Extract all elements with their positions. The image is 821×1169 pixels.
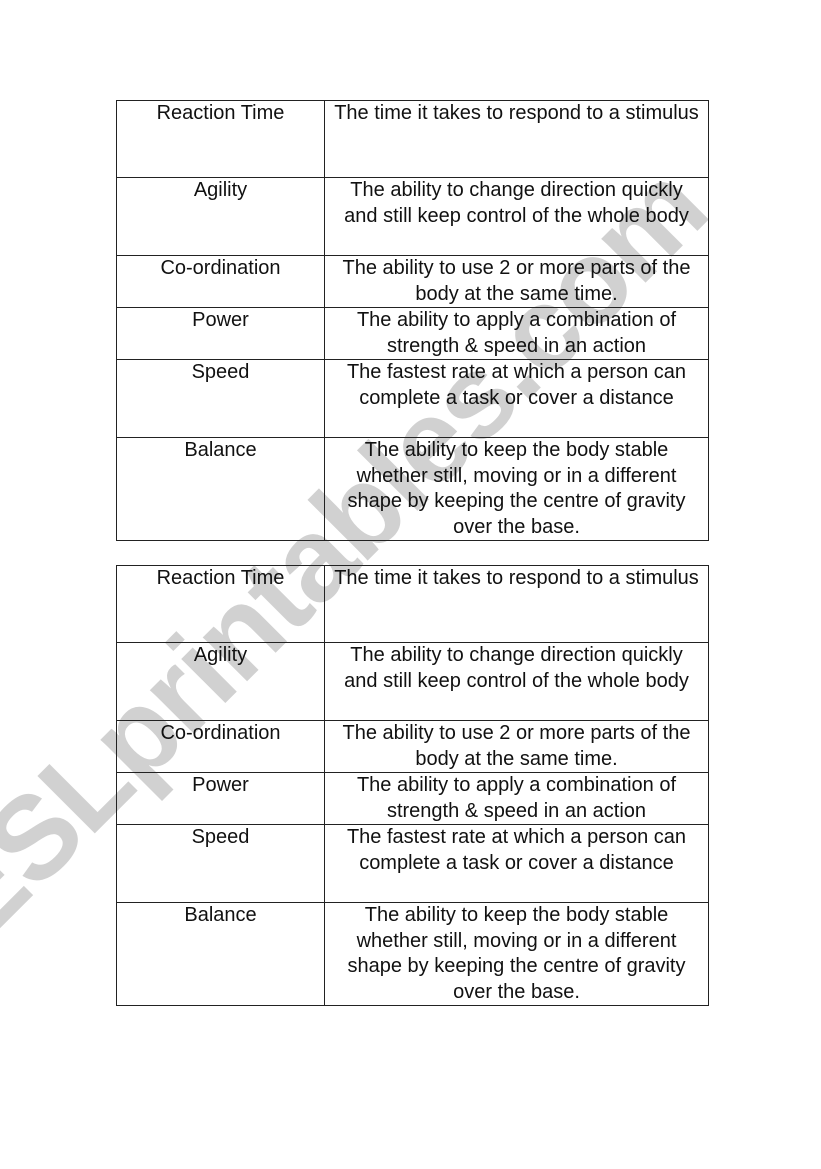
term-cell: Reaction Time xyxy=(116,565,325,643)
definition-cell: The ability to use 2 or more parts of th… xyxy=(324,255,709,308)
table-row: Agility The ability to change direction … xyxy=(116,642,709,721)
term-cell: Speed xyxy=(116,824,325,903)
definition-cell: The time it takes to respond to a stimul… xyxy=(324,100,709,178)
definition-cell: The ability to change direction quickly … xyxy=(324,642,709,721)
definition-cell: The fastest rate at which a person can c… xyxy=(324,359,709,438)
table-row: Speed The fastest rate at which a person… xyxy=(116,359,709,438)
table-row: Power The ability to apply a combination… xyxy=(116,307,709,360)
table-row: Agility The ability to change direction … xyxy=(116,177,709,256)
term-cell: Speed xyxy=(116,359,325,438)
definition-cell: The ability to use 2 or more parts of th… xyxy=(324,720,709,773)
table-row: Power The ability to apply a combination… xyxy=(116,772,709,825)
table-row: Reaction Time The time it takes to respo… xyxy=(116,100,709,178)
term-cell: Reaction Time xyxy=(116,100,325,178)
term-cell: Agility xyxy=(116,177,325,256)
term-cell: Agility xyxy=(116,642,325,721)
table-row: Co-ordination The ability to use 2 or mo… xyxy=(116,255,709,308)
term-cell: Co-ordination xyxy=(116,255,325,308)
fitness-terms-table-1: Reaction Time The time it takes to respo… xyxy=(116,100,709,541)
definition-cell: The ability to keep the body stable whet… xyxy=(324,902,709,1006)
definition-cell: The ability to change direction quickly … xyxy=(324,177,709,256)
fitness-terms-table-2: Reaction Time The time it takes to respo… xyxy=(116,565,709,1006)
definition-cell: The time it takes to respond to a stimul… xyxy=(324,565,709,643)
term-cell: Co-ordination xyxy=(116,720,325,773)
definition-cell: The ability to keep the body stable whet… xyxy=(324,437,709,541)
table-row: Reaction Time The time it takes to respo… xyxy=(116,565,709,643)
table-row: Balance The ability to keep the body sta… xyxy=(116,437,709,541)
definition-cell: The fastest rate at which a person can c… xyxy=(324,824,709,903)
definition-cell: The ability to apply a combination of st… xyxy=(324,307,709,360)
definition-cell: The ability to apply a combination of st… xyxy=(324,772,709,825)
term-cell: Power xyxy=(116,772,325,825)
table-row: Balance The ability to keep the body sta… xyxy=(116,902,709,1006)
table-row: Speed The fastest rate at which a person… xyxy=(116,824,709,903)
term-cell: Power xyxy=(116,307,325,360)
table-row: Co-ordination The ability to use 2 or mo… xyxy=(116,720,709,773)
term-cell: Balance xyxy=(116,902,325,1006)
term-cell: Balance xyxy=(116,437,325,541)
